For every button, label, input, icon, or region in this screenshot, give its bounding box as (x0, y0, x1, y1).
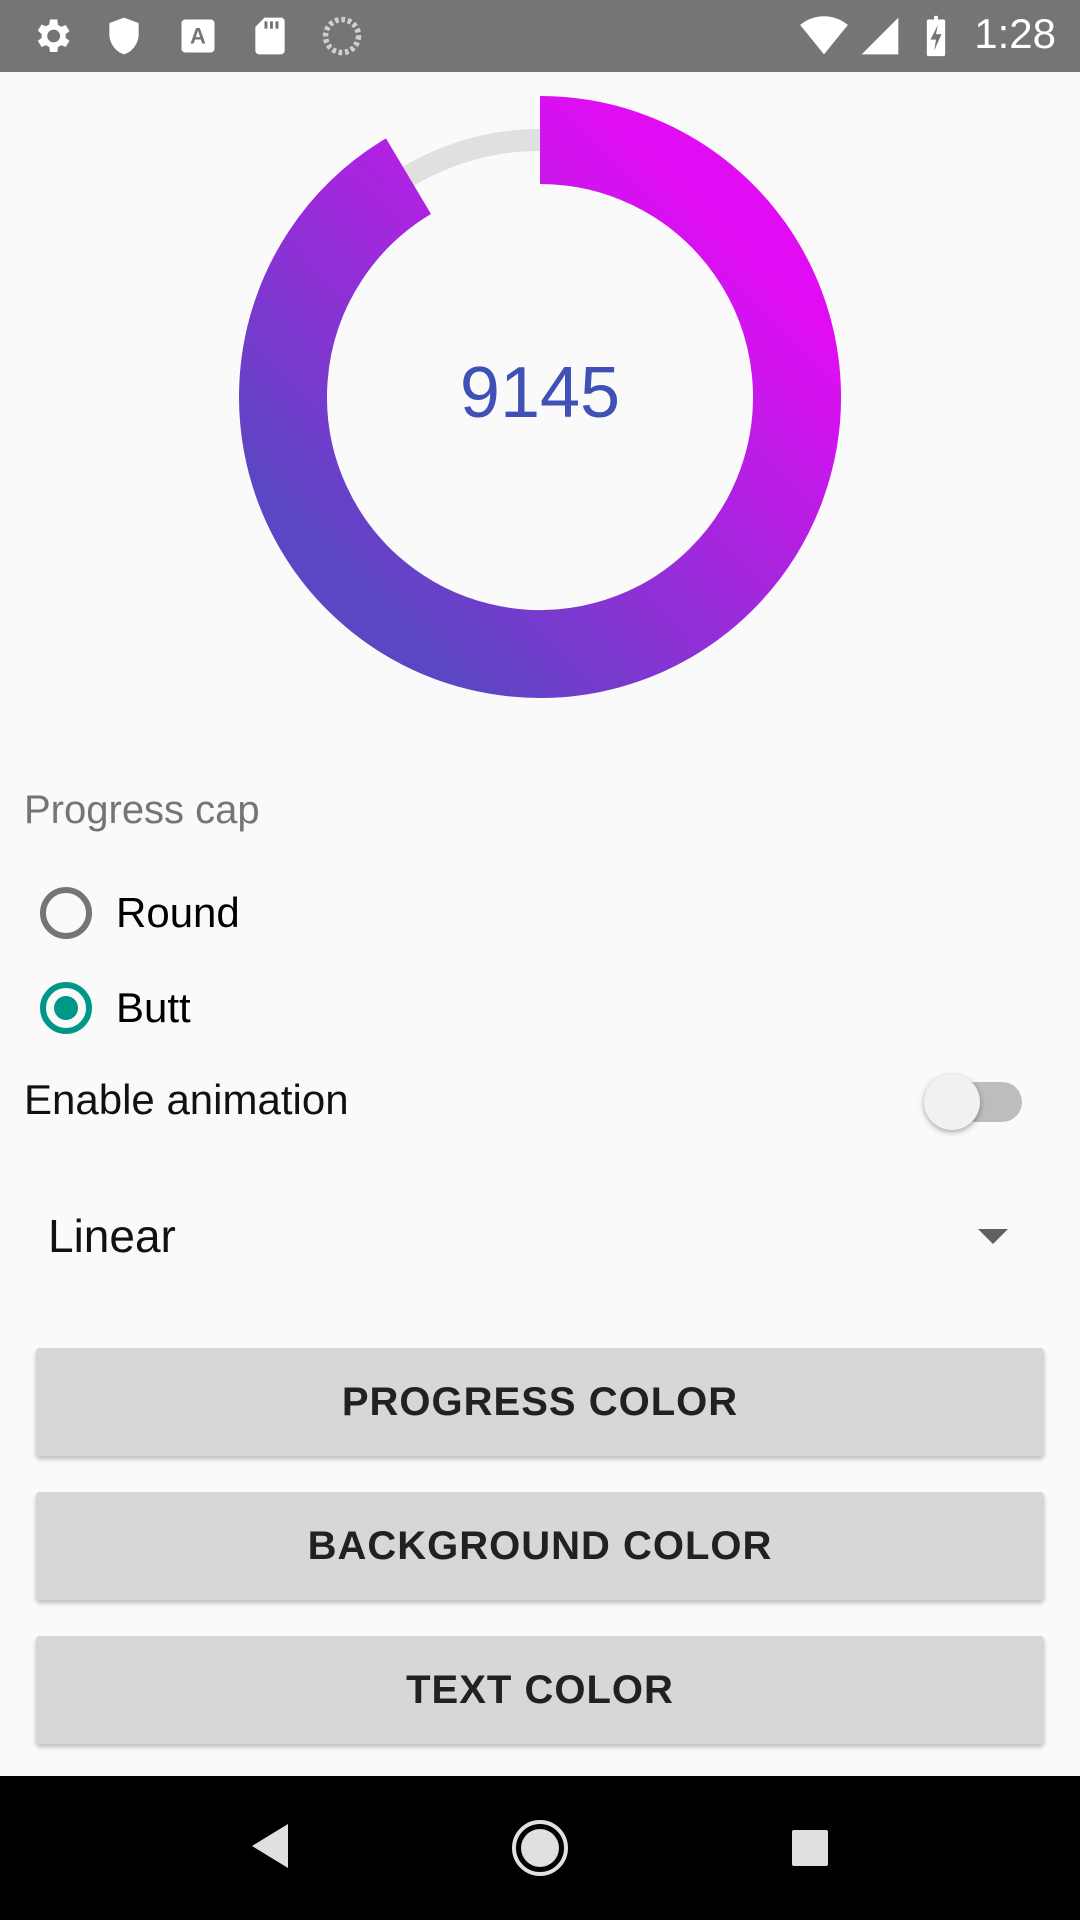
cell-signal-icon (861, 17, 899, 55)
progress-value: 9145 (459, 353, 621, 433)
navigation-bar (0, 1776, 1080, 1920)
shield-icon (109, 17, 139, 55)
radio-butt-label: Butt (116, 984, 191, 1031)
radio-butt[interactable]: Butt (40, 972, 191, 1044)
battery-charging-icon (926, 15, 946, 57)
enable-animation-label: Enable animation (24, 1076, 349, 1123)
svg-text:A: A (190, 23, 206, 48)
interpolator-spinner[interactable]: Linear (48, 1196, 1008, 1276)
progress-cap-label: Progress cap (24, 788, 260, 832)
wifi-icon (800, 16, 848, 55)
recents-icon[interactable] (790, 1828, 830, 1868)
progress-color-button[interactable]: PROGRESS COLOR (36, 1348, 1044, 1456)
clock: 1:28 (974, 10, 1056, 57)
text-color-button[interactable]: TEXT COLOR (36, 1636, 1044, 1744)
status-bar: A 1:28 (0, 0, 1080, 72)
switch-thumb (924, 1074, 980, 1130)
gear-icon (37, 19, 70, 52)
circular-progress: 9145 (0, 72, 1080, 732)
a-font-icon: A (181, 19, 215, 53)
radio-round[interactable]: Round (40, 877, 240, 949)
dropdown-arrow-icon (978, 1228, 1008, 1244)
enable-animation-switch[interactable] (924, 1064, 1024, 1136)
interpolator-selected: Linear (48, 1210, 176, 1262)
home-icon[interactable] (510, 1818, 570, 1878)
sync-icon (322, 16, 362, 56)
back-icon[interactable] (248, 1820, 292, 1872)
sd-card-icon (255, 17, 285, 55)
enable-animation-row[interactable]: Enable animation (24, 1064, 1024, 1136)
background-color-button[interactable]: BACKGROUND COLOR (36, 1492, 1044, 1600)
radio-round-label: Round (116, 889, 240, 936)
radio-round-circle[interactable] (40, 887, 92, 939)
radio-butt-circle[interactable] (40, 982, 92, 1034)
